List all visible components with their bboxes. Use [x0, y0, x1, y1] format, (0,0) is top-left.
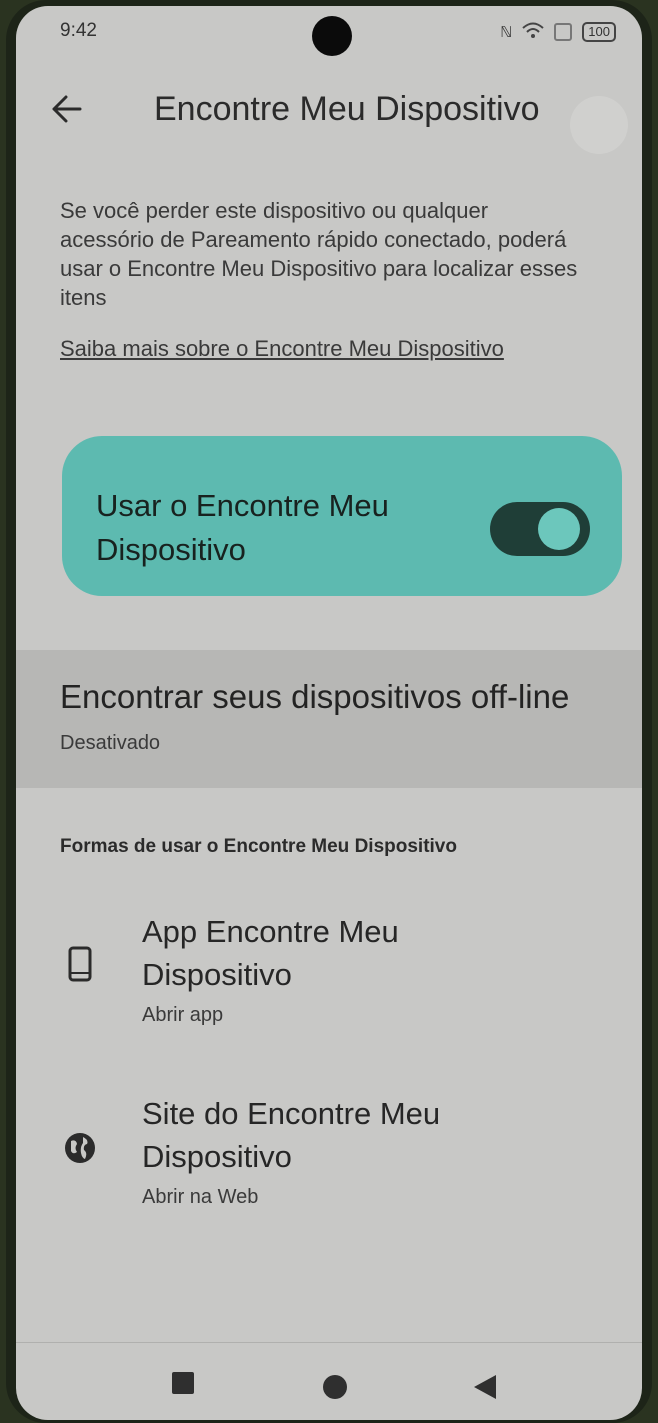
status-icons: ℕ 100 [500, 22, 616, 42]
back-button[interactable] [42, 84, 92, 134]
page-title: Encontre Meu Dispositivo [154, 90, 540, 128]
recents-button[interactable] [158, 1358, 208, 1408]
phone-frame: 9:42 ℕ 100 Encontre Meu Dispositivo Se v… [6, 0, 652, 1423]
arrow-left-icon [52, 95, 82, 123]
battery-indicator: 100 [582, 22, 616, 42]
offline-devices-title: Encontrar seus dispositivos off-line [60, 678, 570, 715]
globe-icon [60, 1128, 100, 1168]
phone-icon [60, 944, 100, 984]
wifi-icon [522, 22, 544, 42]
home-button[interactable] [310, 1362, 360, 1412]
screen: 9:42 ℕ 100 Encontre Meu Dispositivo Se v… [16, 6, 642, 1420]
description-text: Se você perder este dispositivo ou qualq… [60, 198, 578, 310]
offline-devices-row[interactable] [16, 650, 642, 788]
nfc-icon: ℕ [500, 24, 513, 41]
square-icon [172, 1372, 194, 1394]
site-item-subtitle[interactable]: Abrir na Web [142, 1186, 258, 1209]
status-time: 9:42 [60, 20, 97, 41]
account-avatar[interactable] [570, 96, 628, 154]
main-toggle-label: Usar o Encontre Meu Dispositivo [96, 488, 389, 567]
app-item-subtitle[interactable]: Abrir app [142, 1004, 223, 1027]
circle-icon [323, 1375, 347, 1399]
front-camera [312, 16, 352, 56]
app-item-title[interactable]: App Encontre Meu Dispositivo [142, 910, 502, 996]
offline-devices-status: Desativado [60, 732, 161, 754]
system-back-button[interactable] [460, 1362, 510, 1412]
site-item-title[interactable]: Site do Encontre Meu Dispositivo [142, 1092, 502, 1178]
sim-icon [554, 23, 573, 41]
section-header: Formas de usar o Encontre Meu Dispositiv… [60, 836, 457, 857]
switch-knob [538, 508, 580, 550]
triangle-back-icon [474, 1375, 496, 1399]
nav-divider [16, 1342, 642, 1343]
learn-more-link[interactable]: Saiba mais sobre o Encontre Meu Disposit… [60, 336, 504, 362]
